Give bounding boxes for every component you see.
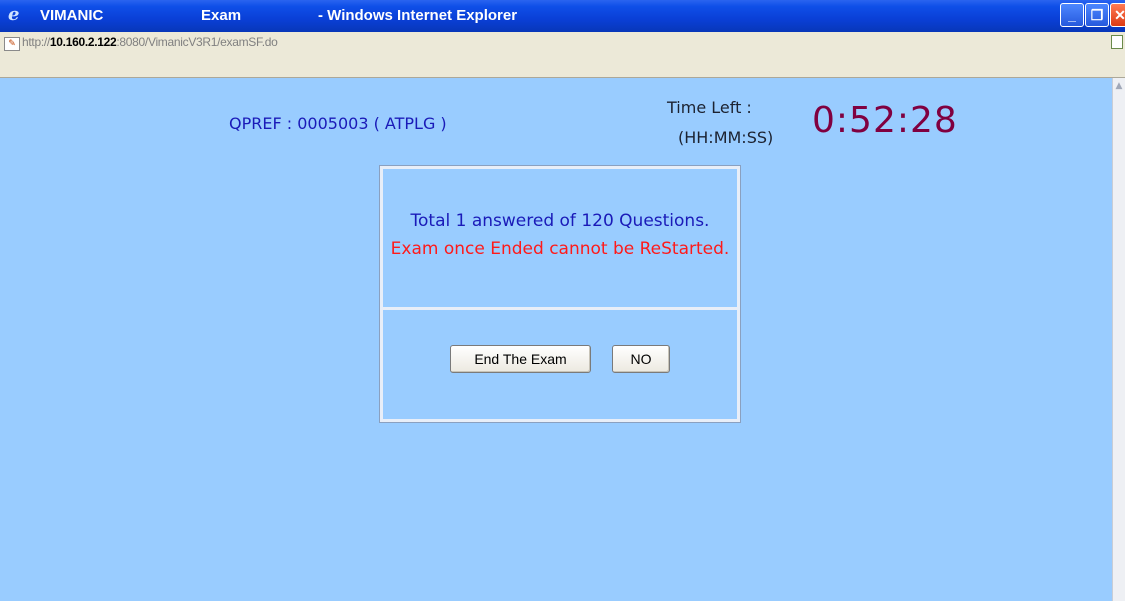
close-icon: ✕ — [1114, 7, 1125, 23]
restart-warning-message: Exam once Ended cannot be ReStarted. — [390, 239, 730, 259]
countdown-timer: 0:52:28 — [812, 100, 958, 141]
title-app-name: VIMANIC — [40, 7, 104, 24]
page-icon: ✎ — [4, 37, 20, 51]
time-format-label: (HH:MM:SS) — [678, 128, 774, 147]
end-exam-button[interactable]: End The Exam — [450, 345, 591, 373]
no-button[interactable]: NO — [612, 345, 670, 373]
question-paper-reference: QPREF : 0005003 ( ATPLG ) — [229, 114, 447, 133]
rss-icon[interactable] — [1111, 35, 1123, 49]
url-scheme: http:// — [22, 35, 50, 49]
minimize-button[interactable]: _ — [1060, 3, 1084, 27]
url-rest: :8080/VimanicV3R1/examSF.do — [116, 35, 278, 49]
url-text[interactable]: http://10.160.2.122:8080/VimanicV3R1/exa… — [22, 35, 278, 49]
time-left-label: Time Left : — [667, 98, 752, 117]
address-bar: ✎ http://10.160.2.122:8080/VimanicV3R1/e… — [0, 32, 1125, 78]
ie-logo-icon: e — [8, 4, 20, 25]
minimize-icon: _ — [1068, 7, 1076, 23]
vertical-scrollbar[interactable]: ▲ — [1112, 78, 1125, 601]
end-exam-dialog: Total 1 answered of 120 Questions. Exam … — [379, 165, 741, 423]
restore-icon: ❐ — [1090, 7, 1104, 23]
dialog-message-panel: Total 1 answered of 120 Questions. Exam … — [383, 169, 737, 310]
title-browser-name: - Windows Internet Explorer — [318, 7, 518, 24]
title-page-name: Exam — [201, 7, 242, 24]
window-title-bar: e VIMANIC Exam - Windows Internet Explor… — [0, 0, 1125, 32]
restore-button[interactable]: ❐ — [1085, 3, 1109, 27]
answered-count-message: Total 1 answered of 120 Questions. — [410, 211, 710, 231]
close-button[interactable]: ✕ — [1110, 3, 1125, 27]
scroll-up-icon[interactable]: ▲ — [1114, 80, 1124, 92]
url-host: 10.160.2.122 — [49, 35, 117, 49]
page-content: QPREF : 0005003 ( ATPLG ) Time Left : (H… — [0, 78, 1112, 601]
